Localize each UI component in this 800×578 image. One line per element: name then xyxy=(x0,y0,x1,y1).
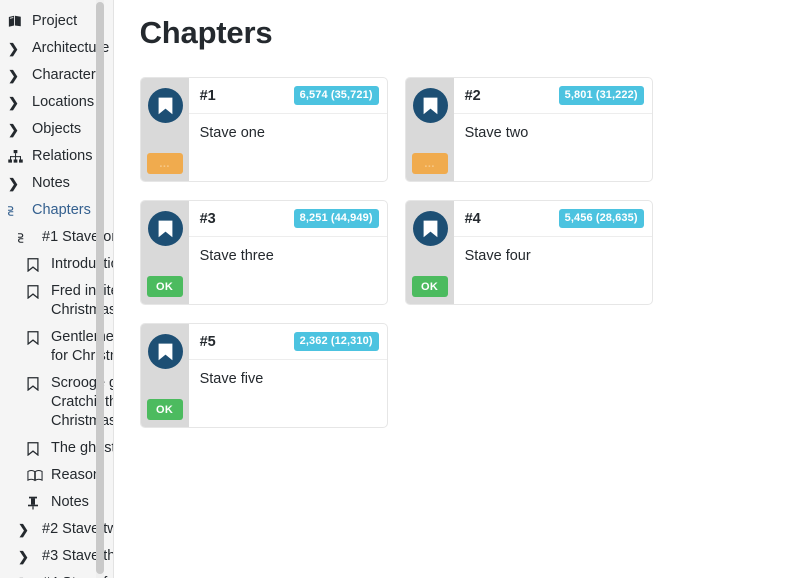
page-title: Chapters xyxy=(140,13,780,53)
bookmark-icon xyxy=(27,328,47,347)
sidebar-item-label: Reason xyxy=(51,466,114,485)
bookmark-badge-icon xyxy=(148,211,183,246)
bookmark-icon xyxy=(27,439,47,458)
chevron-right-icon: ❯ xyxy=(8,174,28,193)
card-header: #4 5,456 (28,635) xyxy=(454,201,652,237)
sidebar-item-label: Gentlemen ask Scrooge for Christmas offe… xyxy=(51,328,114,366)
chapter-card[interactable]: OK #3 8,251 (44,949) Stave three xyxy=(140,200,388,305)
card-title: Stave one xyxy=(189,114,387,142)
bookmark-icon xyxy=(27,282,47,301)
card-body: #3 8,251 (44,949) Stave three xyxy=(189,201,387,304)
bookmark-icon xyxy=(27,255,47,274)
card-header: #1 6,574 (35,721) xyxy=(189,78,387,114)
card-aside: ... xyxy=(141,78,189,181)
chevron-down-icon: ⫔ xyxy=(18,228,38,247)
open-book-icon xyxy=(27,466,47,485)
sidebar: Project❯Architecture❯Characters❯Location… xyxy=(0,0,114,578)
book-icon xyxy=(8,12,28,31)
sidebar-item-label: The ghost of Marley xyxy=(51,439,114,458)
bookmark-badge-icon xyxy=(413,88,448,123)
status-badge[interactable]: OK xyxy=(412,276,448,297)
chevron-right-icon: ❯ xyxy=(18,574,38,578)
chevron-right-icon: ❯ xyxy=(8,93,28,112)
card-aside: ... xyxy=(406,78,454,181)
card-title: Stave five xyxy=(189,360,387,388)
word-count-badge[interactable]: 5,456 (28,635) xyxy=(559,209,644,228)
word-count-badge[interactable]: 5,801 (31,222) xyxy=(559,86,644,105)
sidebar-item-label: Notes xyxy=(51,493,114,512)
app-root: Project❯Architecture❯Characters❯Location… xyxy=(0,0,800,578)
card-title: Stave two xyxy=(454,114,652,142)
card-body: #4 5,456 (28,635) Stave four xyxy=(454,201,652,304)
bookmark-badge-icon xyxy=(148,334,183,369)
word-count-badge[interactable]: 8,251 (44,949) xyxy=(294,209,379,228)
card-aside: OK xyxy=(141,201,189,304)
sidebar-item-label: Scrooge gives Robert Cratchit the day of… xyxy=(51,374,114,431)
card-aside: OK xyxy=(406,201,454,304)
sidebar-item-label: Fred invites Scrooge for Christmas dinne… xyxy=(51,282,114,320)
chevron-right-icon: ❯ xyxy=(18,547,38,566)
bookmark-icon xyxy=(27,374,47,393)
sidebar-item-label: Introduction xyxy=(51,255,114,274)
chapter-card[interactable]: ... #1 6,574 (35,721) Stave one xyxy=(140,77,388,182)
main-content: Chapters ... #1 6,574 (35,721) Stave one...… xyxy=(114,0,800,578)
chevron-down-icon: ⫔ xyxy=(8,201,28,220)
chevron-right-icon: ❯ xyxy=(8,120,28,139)
word-count-badge[interactable]: 2,362 (12,310) xyxy=(294,332,379,351)
card-number: #2 xyxy=(465,88,481,104)
card-aside: OK xyxy=(141,324,189,427)
word-count-badge[interactable]: 6,574 (35,721) xyxy=(294,86,379,105)
card-header: #3 8,251 (44,949) xyxy=(189,201,387,237)
chevron-right-icon: ❯ xyxy=(18,520,38,539)
card-number: #4 xyxy=(465,211,481,227)
sitemap-icon xyxy=(8,147,28,166)
bookmark-badge-icon xyxy=(413,211,448,246)
chevron-right-icon: ❯ xyxy=(8,39,28,58)
card-title: Stave four xyxy=(454,237,652,265)
chapter-card-grid: ... #1 6,574 (35,721) Stave one... #2 5,801 (… xyxy=(140,77,780,428)
status-badge[interactable]: ... xyxy=(147,153,183,174)
card-number: #5 xyxy=(200,334,216,350)
card-body: #2 5,801 (31,222) Stave two xyxy=(454,78,652,181)
chapter-card[interactable]: OK #4 5,456 (28,635) Stave four xyxy=(405,200,653,305)
card-header: #5 2,362 (12,310) xyxy=(189,324,387,360)
status-badge[interactable]: OK xyxy=(147,276,183,297)
card-title: Stave three xyxy=(189,237,387,265)
card-number: #1 xyxy=(200,88,216,104)
card-body: #5 2,362 (12,310) Stave five xyxy=(189,324,387,427)
status-badge[interactable]: ... xyxy=(412,153,448,174)
status-badge[interactable]: OK xyxy=(147,399,183,420)
chevron-right-icon: ❯ xyxy=(8,66,28,85)
bookmark-badge-icon xyxy=(148,88,183,123)
pushpin-icon xyxy=(27,493,47,512)
sidebar-scrollbar-thumb[interactable] xyxy=(96,2,104,574)
card-body: #1 6,574 (35,721) Stave one xyxy=(189,78,387,181)
card-number: #3 xyxy=(200,211,216,227)
card-header: #2 5,801 (31,222) xyxy=(454,78,652,114)
chapter-card[interactable]: OK #5 2,362 (12,310) Stave five xyxy=(140,323,388,428)
chapter-card[interactable]: ... #2 5,801 (31,222) Stave two xyxy=(405,77,653,182)
